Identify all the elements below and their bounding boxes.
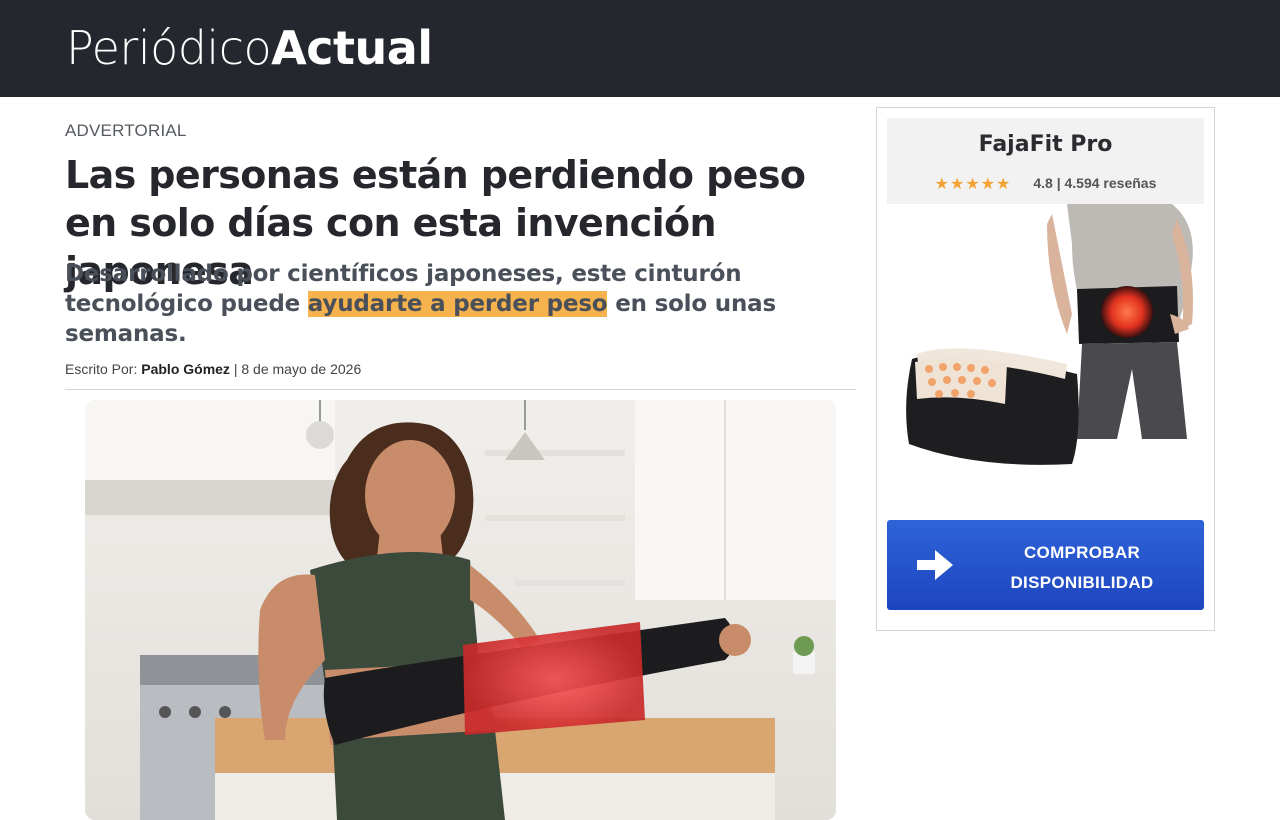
product-card-header: FajaFit Pro ★★★★★ 4.8 | 4.594 reseñas [887, 118, 1204, 204]
product-image [887, 204, 1204, 504]
arrow-right-icon [917, 550, 953, 580]
site-logo[interactable]: PeriódicoActual [66, 18, 433, 78]
author-name: Pablo Gómez [141, 361, 230, 377]
article-byline: Escrito Por: Pablo Gómez | 8 de mayo de … [65, 361, 361, 377]
hero-photo [85, 400, 836, 820]
byline-separator: | [229, 361, 242, 377]
byline-prefix: Escrito Por: [65, 361, 142, 377]
divider [65, 389, 856, 390]
site-header: PeriódicoActual [0, 0, 1280, 97]
publish-date: 8 de mayo de 2026 [241, 361, 362, 377]
cta-label: COMPROBAR DISPONIBILIDAD [987, 538, 1177, 598]
cta-line-1: COMPROBAR [1023, 543, 1141, 562]
product-sidebar: FajaFit Pro ★★★★★ 4.8 | 4.594 reseñas CO… [876, 107, 1215, 631]
subhead-highlight: ayudarte a perder peso [307, 291, 608, 317]
rating-summary: 4.8 | 4.594 reseñas [1033, 175, 1157, 191]
hero-image [85, 400, 836, 820]
product-rating: ★★★★★ 4.8 | 4.594 reseñas [887, 174, 1204, 194]
product-photo [906, 204, 1193, 465]
check-availability-button[interactable]: COMPROBAR DISPONIBILIDAD [887, 520, 1204, 610]
article-kicker: ADVERTORIAL [65, 121, 187, 140]
star-icon: ★★★★★ [934, 176, 1012, 193]
product-name: FajaFit Pro [978, 132, 1113, 157]
cta-line-2: DISPONIBILIDAD [1010, 573, 1154, 592]
article-subhead: Desarrollado por científicos japoneses, … [65, 259, 825, 349]
